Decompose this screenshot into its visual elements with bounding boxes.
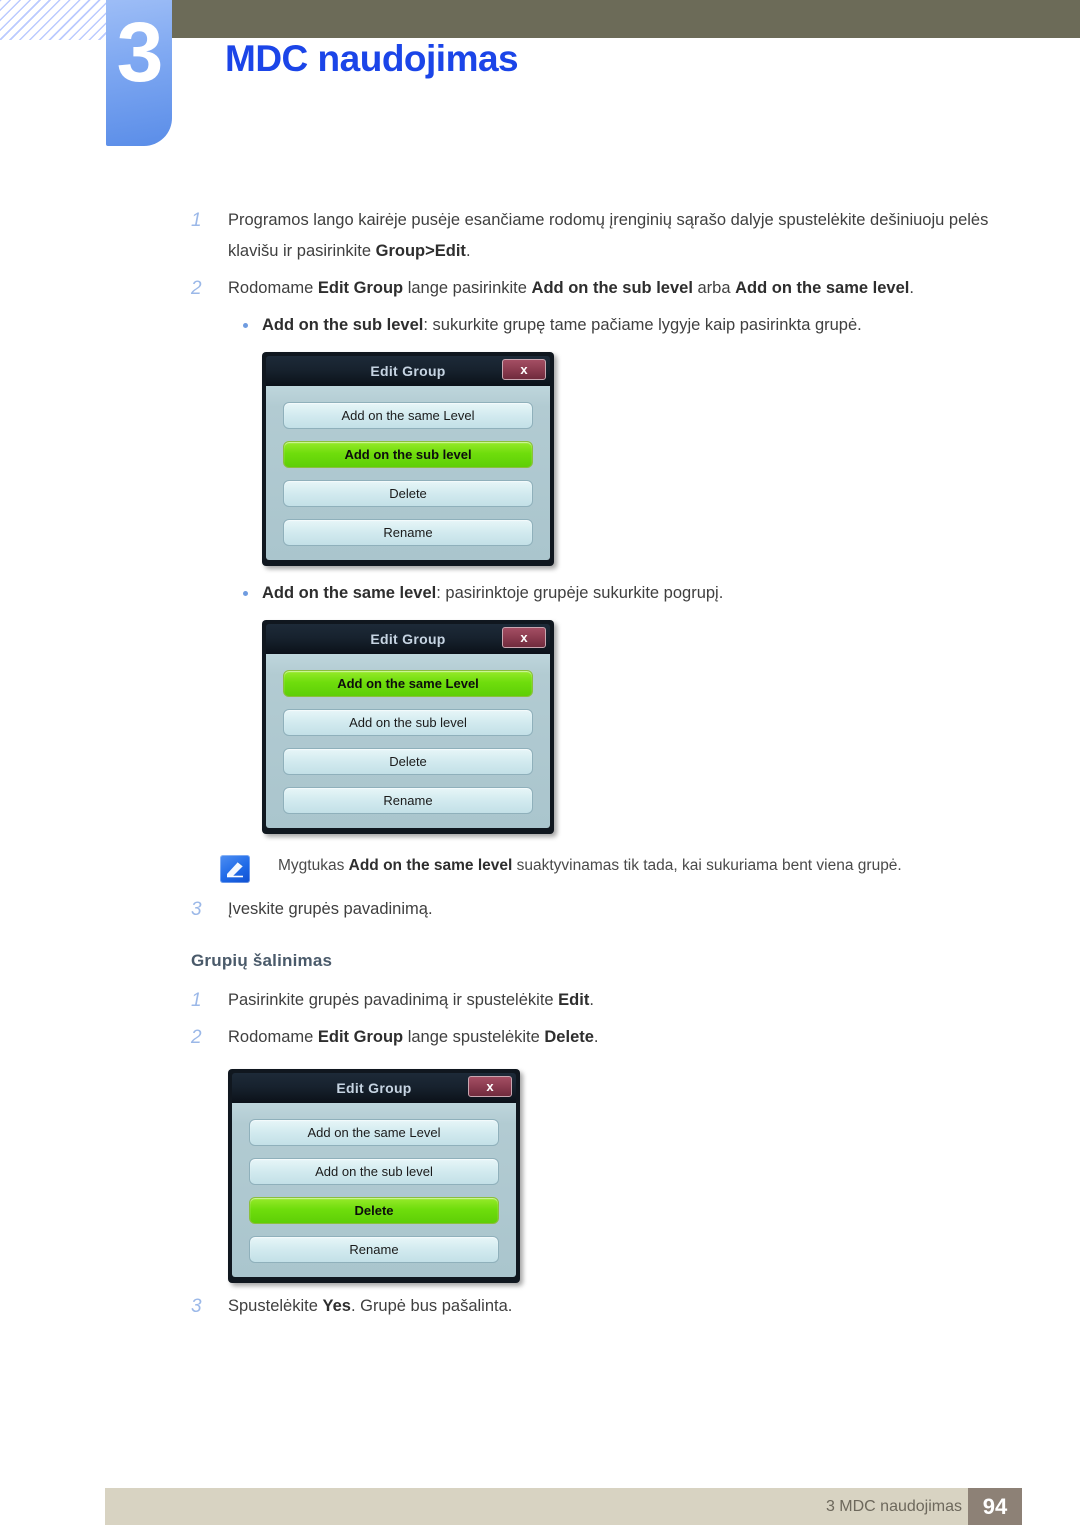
note-text-tail: suaktyvinamas tik tada, kai sukuriama be… bbox=[512, 857, 902, 874]
delete-button[interactable]: Delete bbox=[283, 748, 533, 775]
add-on-same-level-button[interactable]: Add on the same Level bbox=[249, 1119, 499, 1146]
step-item: 2 Rodomame Edit Group lange spustelėkite … bbox=[0, 1022, 1080, 1053]
delete-button[interactable]: Delete bbox=[283, 480, 533, 507]
dialog-titlebar: Edit Group x bbox=[266, 624, 550, 654]
bullet-dot-icon bbox=[243, 591, 248, 596]
dialog-titlebar: Edit Group x bbox=[266, 356, 550, 386]
step-text: Pasirinkite grupės pavadinimą ir spustel… bbox=[228, 991, 559, 1009]
rename-button[interactable]: Rename bbox=[249, 1236, 499, 1263]
dialog-body: Add on the same Level Add on the sub lev… bbox=[232, 1103, 516, 1277]
step-text: arba bbox=[692, 279, 736, 297]
edit-group-dialog[interactable]: Edit Group x Add on the same Level Add o… bbox=[262, 352, 554, 566]
bullet-item: Add on the sub level: sukurkite grupę ta… bbox=[0, 310, 1080, 340]
step-text: Spustelėkite bbox=[228, 1297, 323, 1315]
step-number: 1 bbox=[191, 990, 202, 1011]
diagonal-stripe-decoration bbox=[0, 0, 110, 40]
dialog-body: Add on the same Level Add on the sub lev… bbox=[266, 386, 550, 560]
footer-chapter-label: 3 MDC naudojimas bbox=[825, 1498, 962, 1515]
bullet-dot-icon bbox=[243, 323, 248, 328]
rename-button[interactable]: Rename bbox=[283, 787, 533, 814]
step-item: 3 Įveskite grupės pavadinimą. bbox=[0, 894, 1080, 925]
step-text: lange spustelėkite bbox=[403, 1028, 545, 1046]
step-text-bold: Add on the same level bbox=[735, 279, 910, 297]
step-text-bold: Delete bbox=[544, 1028, 594, 1046]
page-header: 3 MDC naudojimas bbox=[0, 0, 1080, 160]
step-text: lange pasirinkite bbox=[403, 279, 532, 297]
note-text-bold: Add on the same level bbox=[348, 857, 513, 874]
step-text-bold: Add on the sub level bbox=[531, 279, 693, 297]
dialog-figure-2: Edit Group x Add on the same Level Add o… bbox=[0, 612, 1080, 842]
step-number: 3 bbox=[191, 899, 202, 920]
dialog-title: Edit Group bbox=[370, 631, 446, 647]
step-text: Rodomame bbox=[228, 279, 318, 297]
step-text-tail: . bbox=[589, 991, 594, 1009]
close-icon[interactable]: x bbox=[468, 1076, 512, 1097]
page-title: MDC naudojimas bbox=[225, 38, 519, 79]
step-text-bold: Edit Group bbox=[317, 1028, 404, 1046]
step-text-bold: Edit Group bbox=[317, 279, 404, 297]
step-number: 2 bbox=[191, 1027, 202, 1048]
step-item: 2 Rodomame Edit Group lange pasirinkite A… bbox=[0, 273, 1080, 304]
delete-button[interactable]: Delete bbox=[249, 1197, 499, 1224]
step-text-tail: . Grupė bus pašalinta. bbox=[350, 1297, 513, 1315]
step-text-bold: Edit bbox=[558, 991, 590, 1009]
close-icon[interactable]: x bbox=[502, 627, 546, 648]
header-olive-bar bbox=[172, 0, 1080, 38]
dialog-title: Edit Group bbox=[336, 1080, 412, 1096]
add-on-same-level-button[interactable]: Add on the same Level bbox=[283, 402, 533, 429]
dialog-figure-1: Edit Group x Add on the same Level Add o… bbox=[0, 344, 1080, 574]
add-on-same-level-button[interactable]: Add on the same Level bbox=[283, 670, 533, 697]
step-text-tail: . bbox=[593, 1028, 599, 1046]
dialog-titlebar: Edit Group x bbox=[232, 1073, 516, 1103]
bullet-text: : pasirinktoje grupėje sukurkite pogrupį… bbox=[436, 584, 724, 602]
bullet-text-bold: Add on the sub level bbox=[262, 316, 424, 334]
step-text-bold: Group>Edit bbox=[375, 242, 466, 260]
note-text: Mygtukas bbox=[278, 857, 349, 874]
step-item: 1 Programos lango kairėje pusėje esančiam… bbox=[0, 205, 1080, 267]
step-item: 1 Pasirinkite grupės pavadinimą ir spuste… bbox=[0, 985, 1080, 1016]
step-item: 3 Spustelėkite Yes. Grupė bus pašalinta. bbox=[0, 1291, 1080, 1322]
step-text-tail: . bbox=[465, 242, 471, 260]
rename-button[interactable]: Rename bbox=[283, 519, 533, 546]
step-number: 1 bbox=[191, 210, 202, 231]
edit-group-dialog[interactable]: Edit Group x Add on the same Level Add o… bbox=[228, 1069, 520, 1283]
section-heading: Grupių šalinimas bbox=[191, 951, 333, 970]
add-on-sub-level-button[interactable]: Add on the sub level bbox=[283, 709, 533, 736]
page-number: 94 bbox=[968, 1488, 1022, 1525]
add-on-sub-level-button[interactable]: Add on the sub level bbox=[283, 441, 533, 468]
step-text: Programos lango kairėje pusėje esančiame… bbox=[228, 211, 989, 260]
step-text: Įveskite grupės pavadinimą. bbox=[228, 900, 433, 918]
note-pencil-icon bbox=[220, 855, 250, 883]
add-on-sub-level-button[interactable]: Add on the sub level bbox=[249, 1158, 499, 1185]
step-text-tail: . bbox=[909, 279, 914, 297]
dialog-body: Add on the same Level Add on the sub lev… bbox=[266, 654, 550, 828]
page-content: 1 Programos lango kairėje pusėje esančiam… bbox=[0, 205, 1080, 1328]
bullet-text: : sukurkite grupę tame pačiame lygyje ka… bbox=[423, 316, 862, 334]
close-icon[interactable]: x bbox=[502, 359, 546, 380]
edit-group-dialog[interactable]: Edit Group x Add on the same Level Add o… bbox=[262, 620, 554, 834]
bullet-item: Add on the same level: pasirinktoje grup… bbox=[0, 578, 1080, 608]
step-number: 3 bbox=[191, 1296, 202, 1317]
bullet-text-bold: Add on the same level bbox=[262, 584, 437, 602]
dialog-figure-3: Edit Group x Add on the same Level Add o… bbox=[0, 1059, 1080, 1291]
chapter-badge: 3 bbox=[106, 0, 172, 146]
note-callout: Mygtukas Add on the same level suaktyvin… bbox=[0, 852, 1080, 883]
step-text: Rodomame bbox=[228, 1028, 318, 1046]
dialog-title: Edit Group bbox=[370, 363, 446, 379]
page-footer: 3 MDC naudojimas 94 bbox=[105, 1488, 1022, 1525]
chapter-number: 3 bbox=[116, 5, 164, 99]
step-text-bold: Yes bbox=[322, 1297, 351, 1315]
step-number: 2 bbox=[191, 278, 202, 299]
